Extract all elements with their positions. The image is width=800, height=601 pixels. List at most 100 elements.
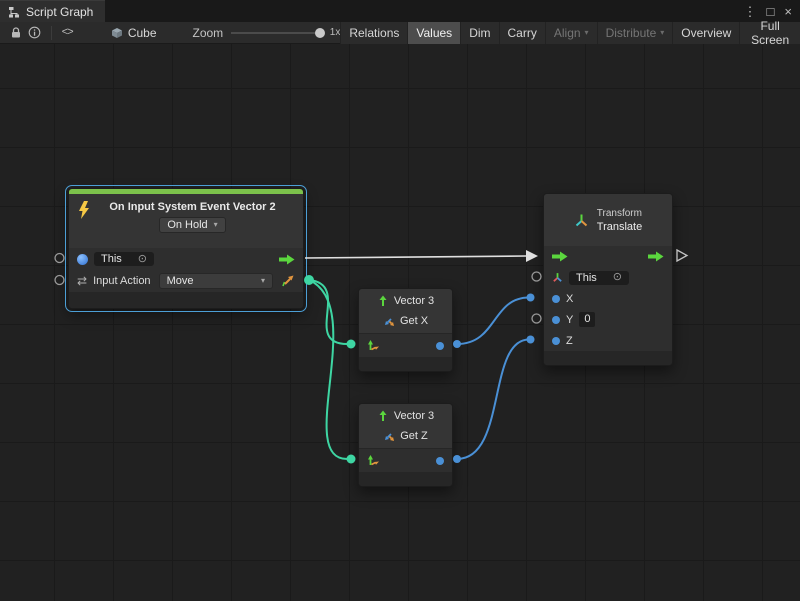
wire-vector2-to-getx [309,280,347,344]
transform-icon [574,213,589,228]
node-transform-translate[interactable]: Transform Translate This [543,193,673,366]
getz-input-port[interactable] [347,455,356,464]
node-get-x[interactable]: Vector 3 Get X [358,288,453,372]
flow-output-arrow-icon[interactable] [648,251,664,262]
flow-input-arrow-icon[interactable] [552,251,568,262]
wire-flow [305,256,526,258]
align-button[interactable]: Align ▾ [545,22,597,44]
axis-icon [367,454,380,467]
transform-name-label: Translate [597,221,642,233]
lock-icon[interactable] [6,22,25,44]
flow-output-arrow-icon[interactable] [279,254,295,265]
relations-button[interactable]: Relations [340,22,407,44]
y-value-input[interactable]: 0 [579,312,595,327]
y-label: Y [566,314,573,326]
zoom-slider-track[interactable] [231,32,324,34]
getx-input-port[interactable] [347,340,356,349]
input-actions-icon: ⇄ [77,275,87,287]
zoom-value: 1x [330,27,341,38]
getz-output-port[interactable] [453,455,461,463]
getz-header: Vector 3 Get Z [359,404,452,448]
getx-footer [359,357,452,371]
graph-owner[interactable]: Cube [111,26,157,40]
x-port-dot[interactable] [552,295,560,303]
node-get-z[interactable]: Vector 3 Get Z [358,403,453,487]
menu-icon[interactable]: ⋮ [744,5,757,18]
transform-this-row: This ⊙ [544,267,672,288]
distribute-label: Distribute [606,26,657,40]
carry-button[interactable]: Carry [499,22,545,44]
this-label: This [101,253,122,265]
event-this-row: This ⊙ [69,248,303,270]
event-mode-value: On Hold [167,219,207,231]
tab-title: Script Graph [26,5,93,19]
get-member-icon [383,315,395,327]
transform-z-row: Z [544,330,672,351]
graph-owner-label: Cube [128,26,157,40]
transform-this-field[interactable]: This ⊙ [569,271,629,285]
script-graph-icon [8,6,20,18]
transform-x-port[interactable] [527,294,535,302]
overview-button[interactable]: Overview [672,22,739,44]
event-node-header: On Input System Event Vector 2 On Hold ▾ [69,194,303,248]
window-tab-bar: Script Graph ⋮ □ × [0,0,800,22]
input-action-label: Input Action [93,275,151,287]
vector2-output-port[interactable] [304,275,314,285]
transform-x-row: X [544,288,672,309]
tab-script-graph[interactable]: Script Graph [0,0,105,22]
getx-port-row [359,333,452,357]
action-arrow-icon[interactable] [281,274,295,288]
node-on-input-system-event[interactable]: On Input System Event Vector 2 On Hold ▾… [68,188,304,309]
event-mode-dropdown[interactable]: On Hold ▾ [159,217,225,233]
toolbar-separator [51,26,52,40]
z-port-dot[interactable] [552,337,560,345]
caret-down-icon: ▾ [214,221,218,229]
transform-flow-output-port[interactable] [677,250,687,261]
code-view-icon[interactable]: <> [58,22,77,44]
cube-icon [111,27,123,39]
target-picker-icon[interactable]: ⊙ [138,254,147,265]
wire-getx-to-transform-x [457,298,529,345]
fullscreen-button[interactable]: Full Screen [739,22,800,44]
input-action-dropdown[interactable]: Move ▾ [159,273,273,289]
event-node-footer [69,292,303,308]
close-icon[interactable]: × [784,5,792,18]
transform-footer [544,351,672,365]
info-icon[interactable] [25,22,44,44]
this-label: This [576,272,597,284]
getz-name-label: Get Z [400,430,428,442]
zoom-slider-handle[interactable] [315,28,325,38]
event-this-field[interactable]: This ⊙ [94,252,154,266]
maximize-icon[interactable]: □ [767,5,775,18]
transform-z-port[interactable] [527,336,535,344]
getx-output-port[interactable] [453,340,461,348]
wire-flow-arrowhead [526,250,538,262]
dim-button[interactable]: Dim [460,22,498,44]
graph-canvas[interactable]: On Input System Event Vector 2 On Hold ▾… [0,44,800,601]
align-label: Align [554,26,581,40]
self-icon [77,254,88,265]
getx-value-output-dot[interactable] [436,342,444,350]
getz-value-output-dot[interactable] [436,457,444,465]
toolbar-buttons: Relations Values Dim Carry Align ▾ Distr… [340,22,800,44]
distribute-button[interactable]: Distribute ▾ [597,22,673,44]
values-button[interactable]: Values [407,22,460,44]
z-label: Z [566,335,573,347]
transform-y-row: Y 0 [544,309,672,330]
transform-flow-row [544,246,672,267]
wire-vector2-to-getz [309,280,347,459]
event-action-row: ⇄ Input Action Move ▾ [69,270,303,292]
y-port-dot[interactable] [552,316,560,324]
wire-getz-to-transform-z [457,340,529,460]
transform-this-port[interactable] [532,272,541,281]
event-action-port[interactable] [55,276,64,285]
lightning-icon [77,201,90,219]
zoom-slider[interactable] [231,22,324,44]
graph-toolbar: <> Cube Zoom 1x Relations Values Dim Car… [0,22,800,44]
transform-y-port[interactable] [532,314,541,323]
target-picker-icon[interactable]: ⊙ [613,272,622,283]
vector3-icon [377,410,389,422]
getx-name-label: Get X [400,315,428,327]
event-this-port[interactable] [55,254,64,263]
input-action-value: Move [167,275,194,287]
